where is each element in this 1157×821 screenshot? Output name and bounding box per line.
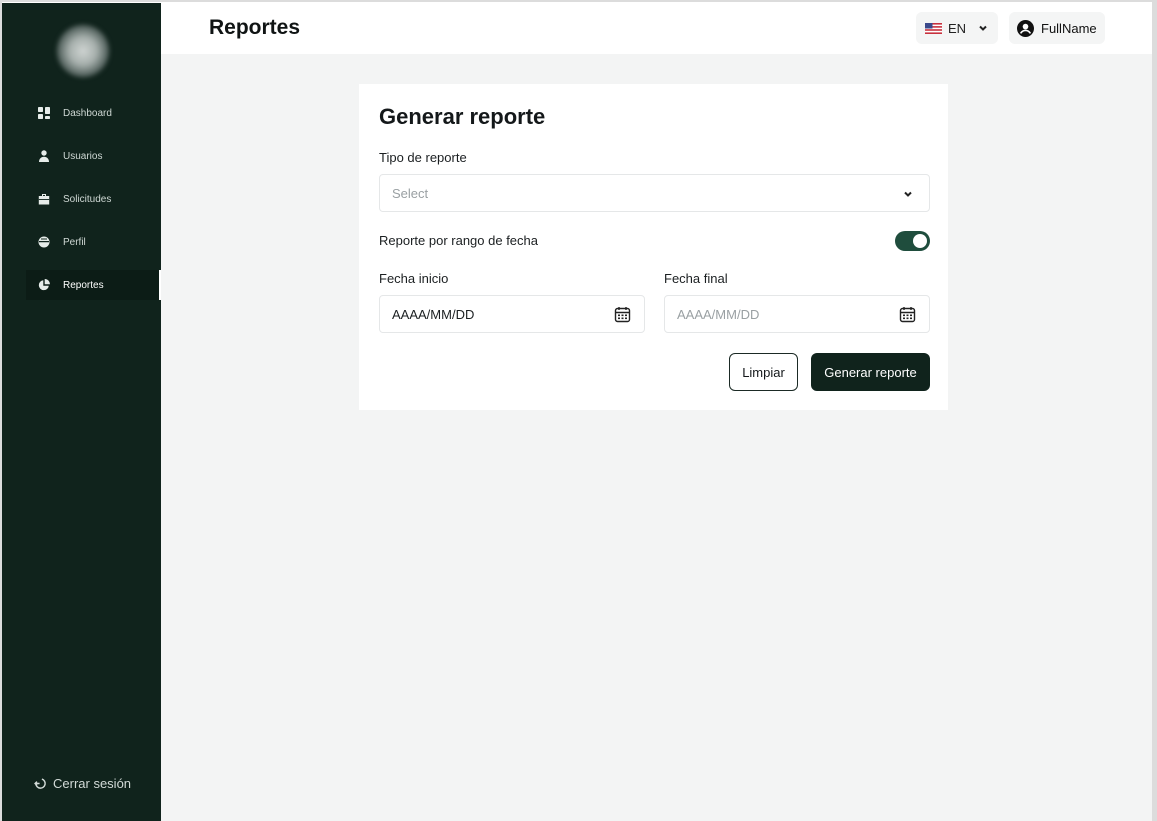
logout-icon: [34, 778, 46, 789]
report-form-card: Generar reporte Tipo de reporte Select R…: [359, 84, 948, 410]
generate-report-button[interactable]: Generar reporte: [811, 353, 930, 391]
chevron-down-icon: [904, 191, 912, 197]
sidebar-item-label: Dashboard: [63, 107, 112, 119]
end-date-placeholder: AAAA/MM/DD: [677, 306, 760, 322]
start-date-label: Fecha inicio: [379, 271, 449, 286]
grid-icon: [38, 107, 50, 119]
end-date-input[interactable]: AAAA/MM/DD: [664, 295, 930, 333]
sidebar: Dashboard Usuarios Solicitudes Perfil Re…: [2, 3, 161, 821]
sidebar-item-solicitudes[interactable]: Solicitudes: [26, 184, 161, 214]
page-title: Reportes: [209, 16, 301, 39]
sidebar-item-label: Solicitudes: [63, 193, 112, 205]
toggle-knob: [913, 234, 927, 248]
report-type-label: Tipo de reporte: [379, 150, 467, 165]
main-content: Generar reporte Tipo de reporte Select R…: [161, 54, 1152, 821]
date-range-label: Reporte por rango de fecha: [379, 233, 538, 248]
report-type-select[interactable]: Select: [379, 174, 930, 212]
sidebar-item-label: Perfil: [63, 236, 86, 248]
pie-chart-icon: [38, 279, 50, 291]
chevron-down-icon: [979, 25, 987, 31]
user-icon: [38, 150, 50, 162]
start-date-value: AAAA/MM/DD: [392, 306, 475, 322]
sidebar-nav: Dashboard Usuarios Solicitudes Perfil Re…: [2, 98, 161, 313]
sidebar-item-label: Reportes: [63, 279, 104, 291]
company-logo: [56, 24, 110, 78]
calendar-icon[interactable]: [614, 306, 631, 323]
globe-icon: [38, 236, 50, 248]
form-title: Generar reporte: [379, 104, 546, 129]
briefcase-icon: [38, 193, 50, 205]
sidebar-item-dashboard[interactable]: Dashboard: [26, 98, 161, 128]
end-date-label: Fecha final: [664, 271, 728, 286]
logout-button[interactable]: Cerrar sesión: [34, 776, 131, 791]
user-avatar-icon: [1017, 19, 1034, 37]
clear-button[interactable]: Limpiar: [729, 353, 798, 391]
date-range-toggle[interactable]: [895, 231, 930, 251]
calendar-icon[interactable]: [899, 306, 916, 323]
language-selector[interactable]: EN: [916, 12, 998, 44]
user-menu[interactable]: FullName: [1009, 12, 1105, 44]
top-header: Reportes EN FullName: [161, 3, 1152, 54]
us-flag-icon: [925, 22, 942, 34]
user-name: FullName: [1041, 20, 1097, 36]
report-type-placeholder: Select: [392, 185, 429, 201]
language-label: EN: [948, 20, 967, 36]
sidebar-item-label: Usuarios: [63, 150, 103, 162]
start-date-input[interactable]: AAAA/MM/DD: [379, 295, 645, 333]
sidebar-item-usuarios[interactable]: Usuarios: [26, 141, 161, 171]
sidebar-item-perfil[interactable]: Perfil: [26, 227, 161, 257]
sidebar-item-reportes[interactable]: Reportes: [26, 270, 161, 300]
logout-label: Cerrar sesión: [53, 776, 132, 791]
